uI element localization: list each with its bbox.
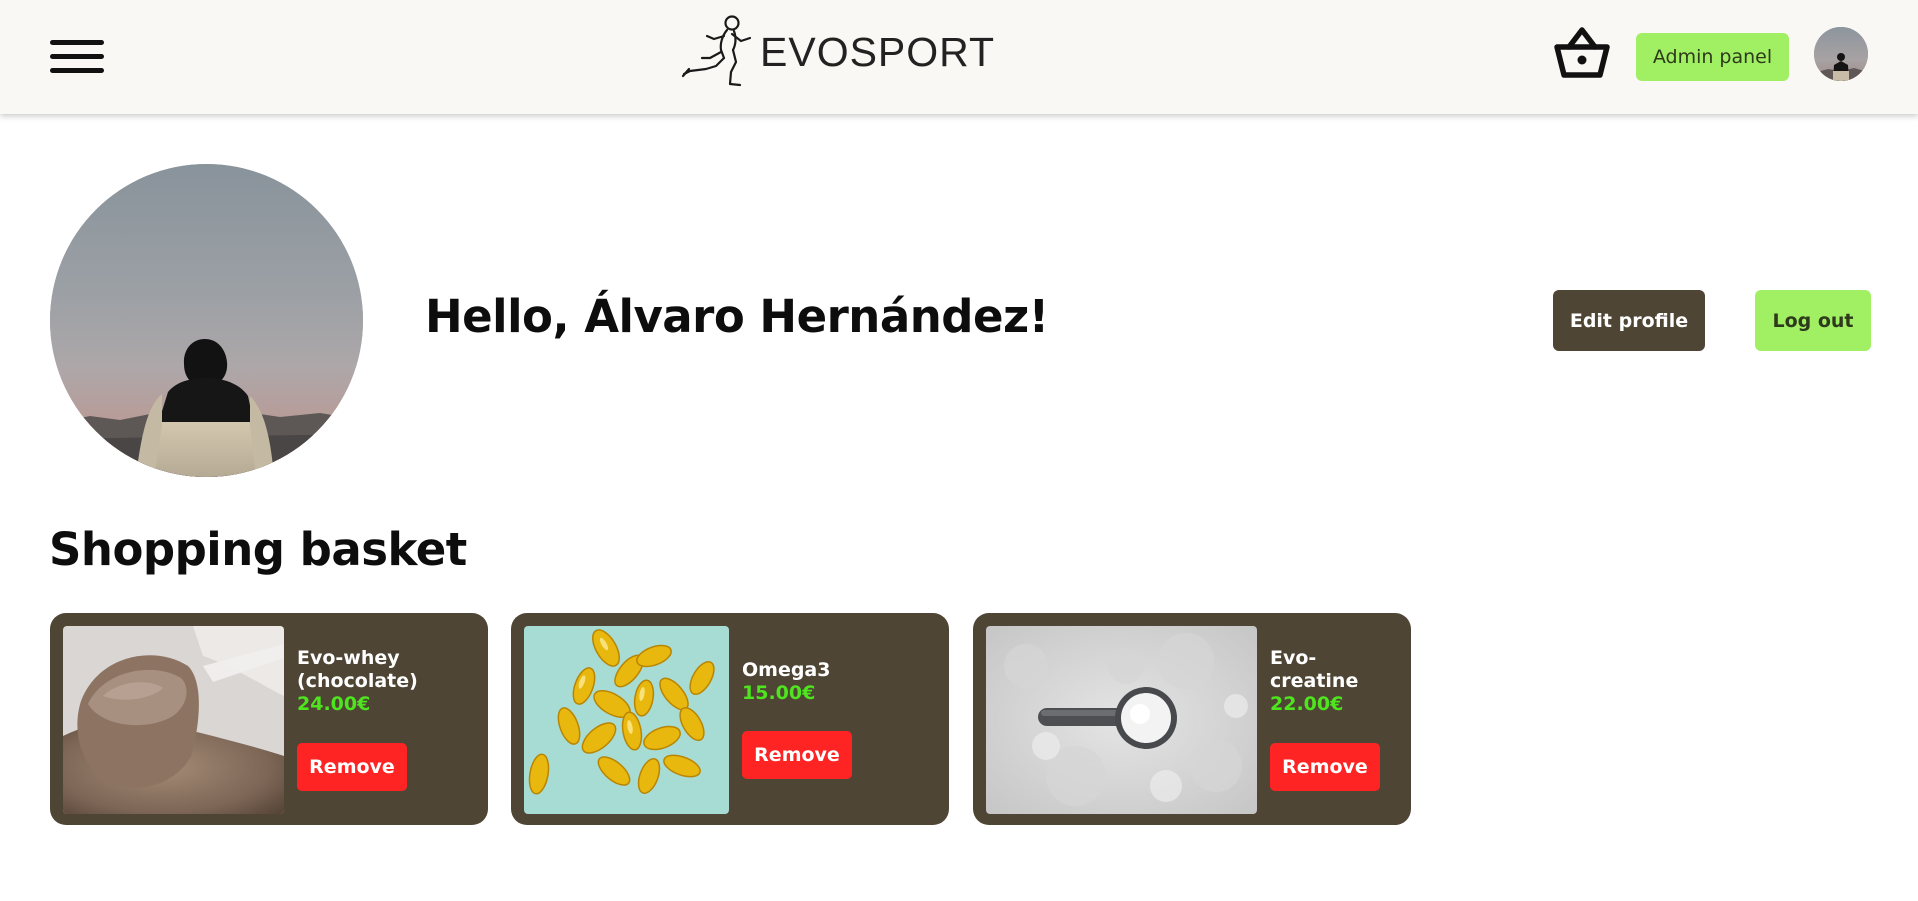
product-name: Evo-whey (chocolate) [297, 647, 418, 692]
top-navbar: EVOSPORT Admin panel [0, 0, 1918, 114]
product-price: 24.00€ [297, 693, 371, 715]
edit-profile-button[interactable]: Edit profile [1553, 290, 1705, 351]
product-price: 22.00€ [1270, 693, 1344, 715]
basket-item-card: Evo-creatine 22.00€ Remove [973, 613, 1411, 825]
product-price: 15.00€ [742, 682, 816, 704]
product-image-creatine-powder-scoop [986, 626, 1257, 814]
profile-greeting: Hello, Álvaro Hernández! [425, 290, 1049, 343]
admin-panel-button[interactable]: Admin panel [1636, 33, 1789, 81]
remove-item-button[interactable]: Remove [1270, 743, 1380, 791]
logout-button[interactable]: Log out [1755, 290, 1871, 351]
brand-logo-link[interactable]: EVOSPORT [680, 14, 995, 90]
shopping-basket-icon[interactable] [1553, 26, 1611, 80]
product-image-omega3-softgel-capsules [524, 626, 729, 814]
product-image-chocolate-protein-powder-scoop [63, 626, 284, 814]
user-avatar[interactable] [1814, 27, 1868, 81]
brand-name: EVOSPORT [760, 28, 996, 75]
basket-item-card: Omega3 15.00€ Remove [511, 613, 949, 825]
running-man-logo-icon [681, 15, 752, 87]
profile-avatar [50, 164, 363, 477]
remove-item-button[interactable]: Remove [742, 731, 852, 779]
hamburger-menu-icon[interactable] [50, 38, 104, 76]
basket-item-info: Omega3 15.00€ [742, 659, 932, 705]
basket-item-card: Evo-whey (chocolate) 24.00€ Remove [50, 613, 488, 825]
basket-item-info: Evo-whey (chocolate) 24.00€ [297, 647, 477, 716]
product-name: Omega3 [742, 659, 831, 681]
shopping-basket-title: Shopping basket [49, 523, 467, 576]
remove-item-button[interactable]: Remove [297, 743, 407, 791]
basket-item-info: Evo-creatine 22.00€ [1270, 647, 1400, 716]
product-name: Evo-creatine [1270, 647, 1359, 692]
